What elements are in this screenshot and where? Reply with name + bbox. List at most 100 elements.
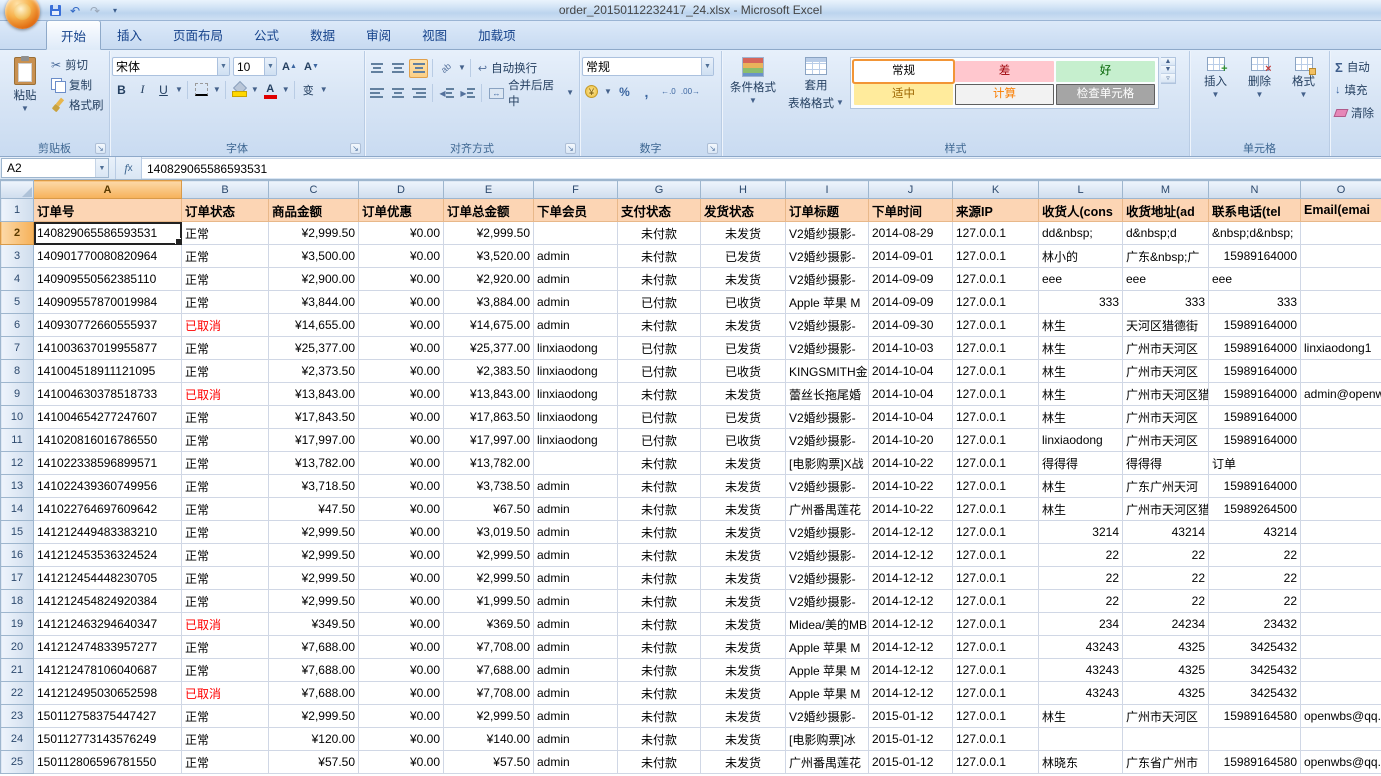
cell-E20[interactable]: ¥7,708.00 — [444, 636, 534, 659]
cell-J13[interactable]: 2014-10-22 — [869, 475, 953, 498]
row-header-4[interactable]: 4 — [1, 268, 34, 291]
cut-button[interactable]: ✂剪切 — [48, 55, 107, 75]
cell-M10[interactable]: 广州市天河区 — [1123, 406, 1209, 429]
cell-G10[interactable]: 已付款 — [618, 406, 701, 429]
cell-A16[interactable]: 141212453536324524 — [34, 544, 182, 567]
format-painter-button[interactable]: 格式刷 — [48, 95, 107, 115]
cell-D22[interactable]: ¥0.00 — [359, 682, 444, 705]
cell-B4[interactable]: 正常 — [182, 268, 269, 291]
cell-L18[interactable]: 22 — [1039, 590, 1123, 613]
cell-style-好[interactable]: 好 — [1056, 61, 1155, 82]
column-header-O[interactable]: O — [1301, 181, 1381, 199]
cell-I15[interactable]: V2婚纱摄影- — [786, 521, 869, 544]
cell-K1[interactable]: 来源IP — [953, 199, 1039, 222]
cell-L9[interactable]: 林生 — [1039, 383, 1123, 406]
grow-font-button[interactable]: A▲ — [280, 57, 299, 76]
cell-N15[interactable]: 43214 — [1209, 521, 1301, 544]
cell-D9[interactable]: ¥0.00 — [359, 383, 444, 406]
cell-M18[interactable]: 22 — [1123, 590, 1209, 613]
cell-G14[interactable]: 未付款 — [618, 498, 701, 521]
cell-D21[interactable]: ¥0.00 — [359, 659, 444, 682]
cell-F4[interactable]: admin — [534, 268, 618, 291]
cell-N3[interactable]: 15989164000 — [1209, 245, 1301, 268]
cell-N25[interactable]: 15989164580 — [1209, 751, 1301, 774]
row-header-23[interactable]: 23 — [1, 705, 34, 728]
cell-F10[interactable]: linxiaodong — [534, 406, 618, 429]
cell-N2[interactable]: &nbsp;d&nbsp; — [1209, 222, 1301, 245]
cell-N18[interactable]: 22 — [1209, 590, 1301, 613]
cell-B16[interactable]: 正常 — [182, 544, 269, 567]
cell-G3[interactable]: 未付款 — [618, 245, 701, 268]
cell-J11[interactable]: 2014-10-20 — [869, 429, 953, 452]
cell-B23[interactable]: 正常 — [182, 705, 269, 728]
cell-D24[interactable]: ¥0.00 — [359, 728, 444, 751]
cell-N13[interactable]: 15989164000 — [1209, 475, 1301, 498]
font-size-combo[interactable]: 10▼ — [233, 57, 277, 76]
cell-L1[interactable]: 收货人(cons — [1039, 199, 1123, 222]
cell-D6[interactable]: ¥0.00 — [359, 314, 444, 337]
cell-E8[interactable]: ¥2,383.50 — [444, 360, 534, 383]
cell-C11[interactable]: ¥17,997.00 — [269, 429, 359, 452]
cell-H22[interactable]: 未发货 — [701, 682, 786, 705]
cell-O17[interactable] — [1301, 567, 1381, 590]
cell-G7[interactable]: 已付款 — [618, 337, 701, 360]
cell-M20[interactable]: 4325 — [1123, 636, 1209, 659]
cell-G15[interactable]: 未付款 — [618, 521, 701, 544]
cell-C21[interactable]: ¥7,688.00 — [269, 659, 359, 682]
cell-H1[interactable]: 发货状态 — [701, 199, 786, 222]
cell-B6[interactable]: 已取消 — [182, 314, 269, 337]
cell-H8[interactable]: 已收货 — [701, 360, 786, 383]
cell-I18[interactable]: V2婚纱摄影- — [786, 590, 869, 613]
cell-O10[interactable] — [1301, 406, 1381, 429]
row-header-21[interactable]: 21 — [1, 659, 34, 682]
cell-J7[interactable]: 2014-10-03 — [869, 337, 953, 360]
cell-O14[interactable] — [1301, 498, 1381, 521]
row-header-5[interactable]: 5 — [1, 291, 34, 314]
cell-B19[interactable]: 已取消 — [182, 613, 269, 636]
cell-J9[interactable]: 2014-10-04 — [869, 383, 953, 406]
cell-O21[interactable] — [1301, 659, 1381, 682]
cell-F9[interactable]: linxiaodong — [534, 383, 618, 406]
cell-I7[interactable]: V2婚纱摄影- — [786, 337, 869, 360]
format-as-table-button[interactable]: 套用 表格格式▼ — [784, 53, 848, 115]
cell-B2[interactable]: 正常 — [182, 222, 269, 245]
cell-H2[interactable]: 未发货 — [701, 222, 786, 245]
cell-B1[interactable]: 订单状态 — [182, 199, 269, 222]
cell-I6[interactable]: V2婚纱摄影- — [786, 314, 869, 337]
cell-I11[interactable]: V2婚纱摄影- — [786, 429, 869, 452]
row-header-3[interactable]: 3 — [1, 245, 34, 268]
cell-L10[interactable]: 林生 — [1039, 406, 1123, 429]
cell-B14[interactable]: 正常 — [182, 498, 269, 521]
align-center-button[interactable] — [388, 84, 407, 103]
cell-C16[interactable]: ¥2,999.50 — [269, 544, 359, 567]
cell-N17[interactable]: 22 — [1209, 567, 1301, 590]
cell-L17[interactable]: 22 — [1039, 567, 1123, 590]
cell-N5[interactable]: 333 — [1209, 291, 1301, 314]
cell-E10[interactable]: ¥17,863.50 — [444, 406, 534, 429]
cell-O5[interactable] — [1301, 291, 1381, 314]
alignment-dialog-launcher[interactable]: ↘ — [565, 143, 576, 154]
comma-style-button[interactable]: , — [637, 82, 656, 101]
cell-L19[interactable]: 234 — [1039, 613, 1123, 636]
cell-M21[interactable]: 4325 — [1123, 659, 1209, 682]
row-header-2[interactable]: 2 — [1, 222, 34, 245]
cell-K5[interactable]: 127.0.0.1 — [953, 291, 1039, 314]
cell-G6[interactable]: 未付款 — [618, 314, 701, 337]
cell-L6[interactable]: 林生 — [1039, 314, 1123, 337]
cell-K18[interactable]: 127.0.0.1 — [953, 590, 1039, 613]
cell-B5[interactable]: 正常 — [182, 291, 269, 314]
column-header-K[interactable]: K — [953, 181, 1039, 199]
decrease-decimal-button[interactable]: .00→ — [681, 82, 700, 101]
cell-L4[interactable]: eee — [1039, 268, 1123, 291]
row-header-6[interactable]: 6 — [1, 314, 34, 337]
cell-C4[interactable]: ¥2,900.00 — [269, 268, 359, 291]
select-all-corner[interactable] — [1, 181, 34, 199]
cell-I22[interactable]: Apple 苹果 M — [786, 682, 869, 705]
cell-I9[interactable]: 蕾丝长拖尾婚 — [786, 383, 869, 406]
cell-L16[interactable]: 22 — [1039, 544, 1123, 567]
cell-M9[interactable]: 广州市天河区猎 — [1123, 383, 1209, 406]
cell-E24[interactable]: ¥140.00 — [444, 728, 534, 751]
tab-视图[interactable]: 视图 — [407, 19, 462, 49]
insert-function-button[interactable]: fx — [116, 157, 142, 179]
cell-L15[interactable]: 3214 — [1039, 521, 1123, 544]
